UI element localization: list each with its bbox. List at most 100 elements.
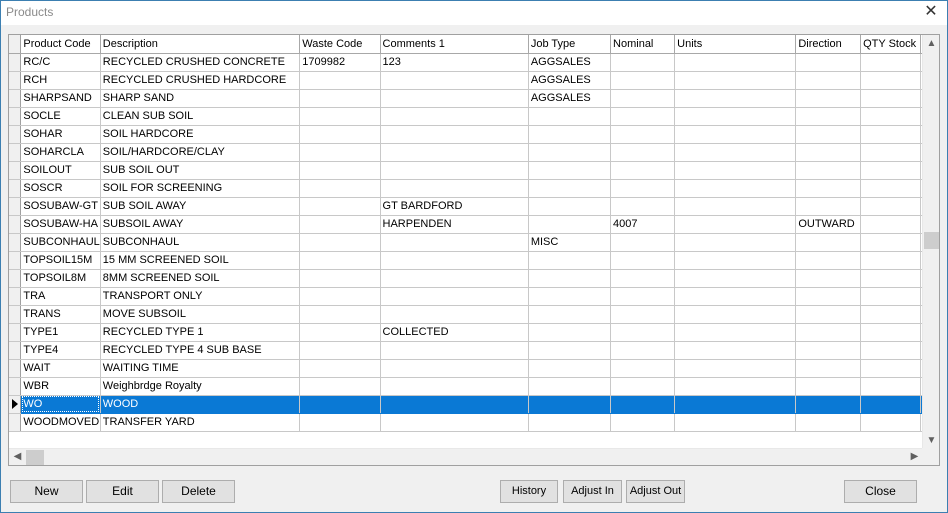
column-header[interactable]: QTY Stock: [860, 35, 921, 54]
table-cell[interactable]: [299, 251, 381, 270]
table-cell[interactable]: RECYCLED TYPE 4 SUB BASE: [100, 341, 301, 360]
close-window-icon[interactable]: ✕: [923, 3, 939, 21]
table-cell[interactable]: WOODMOVED: [20, 413, 101, 432]
table-cell[interactable]: [380, 89, 529, 108]
row-indicator[interactable]: [9, 107, 22, 126]
scroll-left-icon[interactable]: ◀: [9, 449, 26, 465]
table-row[interactable]: TRANS MOVE SUBSOIL: [9, 305, 923, 324]
table-cell[interactable]: SUB SOIL OUT: [100, 161, 301, 180]
table-cell[interactable]: [299, 197, 381, 216]
table-cell[interactable]: [674, 197, 797, 216]
table-cell[interactable]: [528, 143, 612, 162]
table-row[interactable]: SUBCONHAUL SUBCONHAUL MISC: [9, 233, 923, 252]
table-cell[interactable]: [610, 71, 676, 90]
scroll-up-icon[interactable]: ▲: [923, 35, 939, 52]
table-row[interactable]: SOSUBAW-HA SUBSOIL AWAY HARPENDEN 4007 OUTWA…: [9, 215, 923, 234]
table-cell[interactable]: [860, 125, 921, 144]
table-cell[interactable]: SOCLE: [20, 107, 101, 126]
table-cell[interactable]: [674, 305, 797, 324]
table-cell[interactable]: SOIL FOR SCREENING: [100, 179, 301, 198]
table-cell[interactable]: WAITING TIME: [100, 359, 301, 378]
table-cell[interactable]: [380, 377, 529, 396]
delete-button[interactable]: Delete: [162, 480, 235, 503]
table-cell[interactable]: [860, 89, 921, 108]
table-cell[interactable]: [610, 269, 676, 288]
table-row[interactable]: WAIT WAITING TIME: [9, 359, 923, 378]
table-cell[interactable]: SOHAR: [20, 125, 101, 144]
table-cell[interactable]: MISC: [528, 233, 612, 252]
table-cell[interactable]: [299, 269, 381, 288]
table-cell[interactable]: [299, 377, 381, 396]
table-cell[interactable]: [860, 341, 921, 360]
vertical-scrollbar[interactable]: ▲ ▼: [922, 35, 939, 449]
table-cell[interactable]: [860, 287, 921, 306]
row-indicator[interactable]: [9, 323, 22, 342]
row-indicator[interactable]: [9, 413, 22, 432]
table-cell[interactable]: [795, 377, 862, 396]
table-cell[interactable]: [674, 323, 797, 342]
table-cell[interactable]: WOOD: [100, 395, 301, 414]
table-cell[interactable]: SOIL/HARDCORE/CLAY: [100, 143, 301, 162]
table-cell[interactable]: [299, 143, 381, 162]
table-cell[interactable]: [528, 215, 612, 234]
products-grid[interactable]: Product Code Description Waste Code Comment…: [8, 34, 940, 466]
table-cell[interactable]: [299, 233, 381, 252]
table-cell[interactable]: [528, 413, 612, 432]
table-cell[interactable]: [380, 143, 529, 162]
row-indicator[interactable]: [9, 197, 22, 216]
row-indicator[interactable]: [9, 53, 22, 72]
table-cell[interactable]: SOILOUT: [20, 161, 101, 180]
table-cell[interactable]: [795, 287, 862, 306]
row-indicator[interactable]: [9, 395, 22, 414]
table-row[interactable]: SOSUBAW-GT SUB SOIL AWAY GT BARDFORD: [9, 197, 923, 216]
column-header[interactable]: Comments 1: [380, 35, 529, 54]
table-cell[interactable]: [795, 143, 862, 162]
history-button[interactable]: History: [500, 480, 558, 503]
table-cell[interactable]: [380, 341, 529, 360]
table-cell[interactable]: [528, 305, 612, 324]
table-cell[interactable]: [299, 287, 381, 306]
table-cell[interactable]: [299, 359, 381, 378]
row-indicator[interactable]: [9, 251, 22, 270]
table-cell[interactable]: [674, 341, 797, 360]
table-cell[interactable]: [610, 251, 676, 270]
table-cell[interactable]: [674, 359, 797, 378]
table-cell[interactable]: [610, 143, 676, 162]
table-cell[interactable]: GT BARDFORD: [380, 197, 529, 216]
scroll-down-icon[interactable]: ▼: [923, 432, 939, 449]
table-cell[interactable]: [860, 71, 921, 90]
table-cell[interactable]: SHARPSAND: [20, 89, 101, 108]
table-cell[interactable]: TRANS: [20, 305, 101, 324]
table-row[interactable]: TYPE4 RECYCLED TYPE 4 SUB BASE: [9, 341, 923, 360]
table-cell[interactable]: [299, 71, 381, 90]
table-cell[interactable]: SUBCONHAUL: [100, 233, 301, 252]
horizontal-scroll-thumb[interactable]: [26, 450, 44, 465]
table-row[interactable]: SOSCR SOIL FOR SCREENING: [9, 179, 923, 198]
table-cell[interactable]: SUBCONHAUL: [20, 233, 101, 252]
table-cell[interactable]: [380, 125, 529, 144]
table-cell[interactable]: [795, 413, 862, 432]
table-cell[interactable]: [795, 269, 862, 288]
table-cell[interactable]: CLEAN SUB SOIL: [100, 107, 301, 126]
table-cell[interactable]: SOSCR: [20, 179, 101, 198]
table-cell[interactable]: RECYCLED CRUSHED CONCRETE: [100, 53, 301, 72]
table-cell[interactable]: [610, 305, 676, 324]
table-cell[interactable]: [860, 197, 921, 216]
table-cell[interactable]: [299, 179, 381, 198]
table-cell[interactable]: [380, 251, 529, 270]
table-cell[interactable]: [528, 161, 612, 180]
table-cell[interactable]: [795, 197, 862, 216]
table-cell[interactable]: [610, 179, 676, 198]
row-indicator[interactable]: [9, 305, 22, 324]
table-row[interactable]: SOCLE CLEAN SUB SOIL: [9, 107, 923, 126]
table-cell[interactable]: [299, 89, 381, 108]
table-cell[interactable]: SUBSOIL AWAY: [100, 215, 301, 234]
table-cell[interactable]: RCH: [20, 71, 101, 90]
table-cell[interactable]: [860, 251, 921, 270]
table-row[interactable]: TOPSOIL15M 15 MM SCREENED SOIL: [9, 251, 923, 270]
table-cell[interactable]: [674, 377, 797, 396]
table-cell[interactable]: SUB SOIL AWAY: [100, 197, 301, 216]
table-cell[interactable]: [610, 413, 676, 432]
table-cell[interactable]: WO: [20, 395, 101, 414]
table-row[interactable]: WBR Weighbrdge Royalty: [9, 377, 923, 396]
